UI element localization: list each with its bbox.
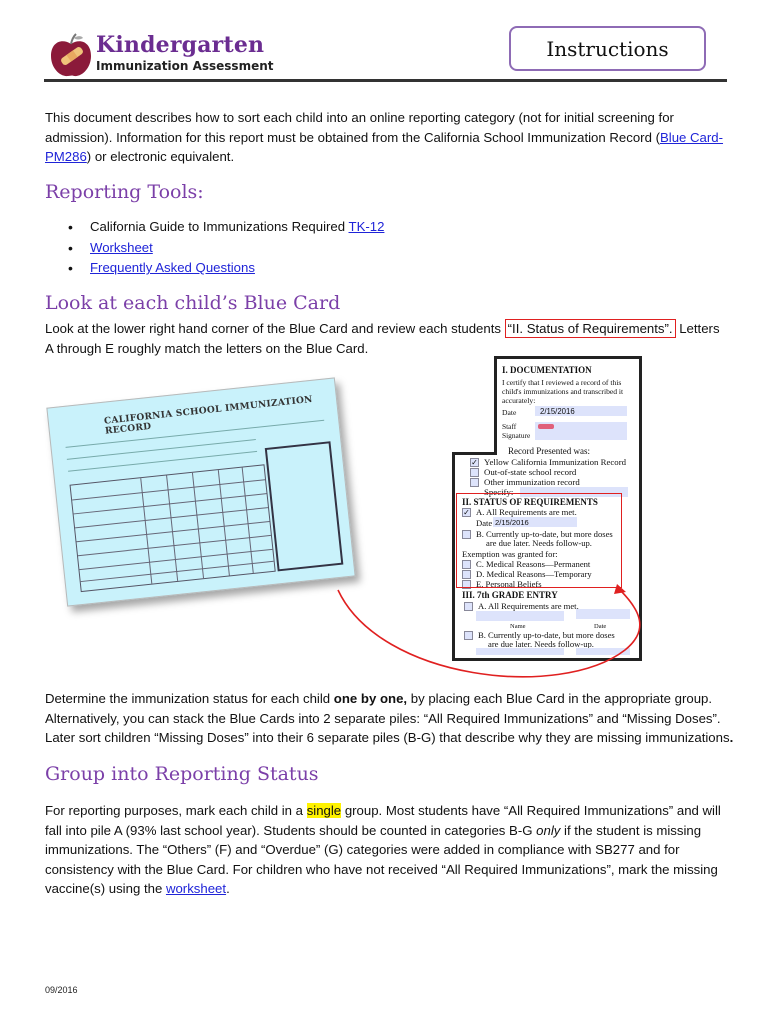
group-text-end: . [226,881,230,896]
record-presented-label: Record Presented was: [508,446,590,456]
certify-text: accurately: [502,396,536,405]
faq-link[interactable]: Frequently Asked Questions [90,260,255,275]
record-checkbox-checked: ✓ [470,458,479,467]
intro-text: This document describes how to sort each… [45,110,674,145]
single-highlight: single [306,803,342,818]
only-italic: only [536,822,561,838]
status-highlight-box [456,493,622,588]
section-label-badge: Instructions [509,26,706,71]
group-paragraph: For reporting purposes, mark each child … [45,801,730,899]
logo-title: Kindergarten [96,32,265,58]
form-line [66,438,256,460]
blue-card-text: Look at the lower right hand corner of t… [45,321,505,336]
blue-card-paragraph: Look at the lower right hand corner of t… [45,319,730,358]
grade7-a-label: A. All Requirements are met. [478,601,579,611]
determine-text: Determine the immunization status for ea… [45,691,334,706]
worksheet-link[interactable]: Worksheet [90,240,153,255]
grade7-a-date-field [576,609,630,619]
group-heading: Group into Reporting Status [45,763,319,785]
tk12-link[interactable]: TK-12 [349,219,385,234]
header-divider [44,79,727,82]
grade7-a-name-field [476,611,564,621]
determine-bold: one by one, [333,691,408,706]
blue-card-heading: Look at each child’s Blue Card [45,292,341,314]
record-option: Out-of-state school record [484,467,577,477]
logo-subtitle: Immunization Assessment [96,59,274,73]
status-requirements-callout: “II. Status of Requirements”. [504,319,676,338]
grade7-a-checkbox [464,602,473,611]
grade7-heading: III. 7th GRADE ENTRY [462,590,558,600]
reporting-tools-list: California Guide to Immunizations Requir… [68,217,384,279]
footer-date: 09/2016 [45,985,78,995]
signature-mark [538,424,554,429]
determine-paragraph: Determine the immunization status for ea… [45,689,735,748]
grade7-b-date-field [576,648,630,655]
list-item: California Guide to Immunizations Requir… [68,217,384,238]
apple-bandage-icon [51,33,91,77]
intro-text-end: ) or electronic equivalent. [86,149,235,164]
list-item: Worksheet [68,238,384,259]
blue-card-image: CALIFORNIA SCHOOL IMMUNIZATION RECORD [46,377,356,607]
date-label: Date [502,408,517,417]
list-item: Frequently Asked Questions [68,258,384,279]
record-checkbox [470,468,479,477]
determine-period: . [729,730,734,745]
documentation-heading: I. DOCUMENTATION [502,365,592,375]
record-option: Other immunization record [484,477,580,487]
date-value: 2/15/2016 [540,407,575,416]
group-text: For reporting purposes, mark each child … [45,803,307,818]
grade7-b-name-field [476,648,564,655]
signature-label: Signature [502,431,531,440]
record-option: Yellow California Immunization Record [484,457,627,467]
worksheet-inline-link[interactable]: worksheet [166,881,226,896]
reporting-tools-heading: Reporting Tools: [45,181,204,203]
list-item-text: California Guide to Immunizations Requir… [90,219,349,234]
vaccine-grid [69,464,276,593]
status-panel [264,441,344,572]
grade7-b-checkbox [464,631,473,640]
intro-paragraph: This document describes how to sort each… [45,108,730,167]
page-header: Kindergarten Immunization Assessment Ins… [44,26,724,84]
record-checkbox [470,478,479,487]
